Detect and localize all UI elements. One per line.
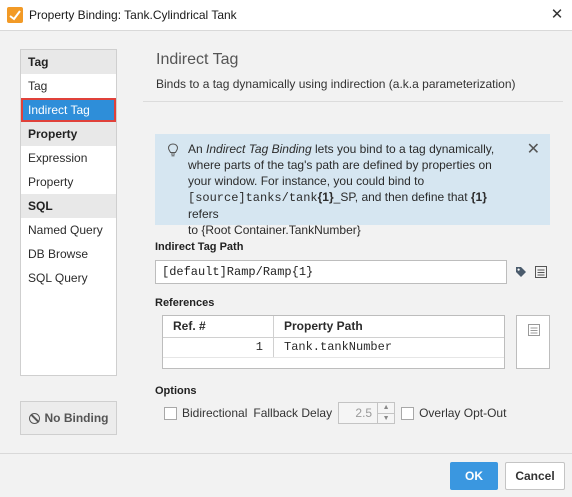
info-line3: your window. For instance, you could bin… bbox=[188, 174, 425, 188]
info-line1-em: Indirect Tag Binding bbox=[206, 142, 312, 156]
column-header-path[interactable]: Property Path bbox=[274, 316, 504, 337]
info-line4-code: [source]tanks/tank bbox=[188, 191, 318, 205]
close-icon[interactable]: ✕ bbox=[548, 6, 566, 24]
list-icon[interactable] bbox=[535, 266, 547, 278]
cancel-button[interactable]: Cancel bbox=[505, 462, 565, 490]
options-label: Options bbox=[155, 385, 197, 397]
overlay-opt-out-checkbox[interactable] bbox=[401, 406, 415, 420]
indirect-tag-path-input[interactable]: [default]Ramp/Ramp{1} bbox=[155, 260, 507, 284]
no-binding-label: No Binding bbox=[44, 411, 109, 425]
spin-up-icon[interactable]: ▲ bbox=[378, 403, 395, 414]
info-line4-bold2: {1} bbox=[470, 190, 487, 204]
no-binding-button[interactable]: No Binding bbox=[20, 401, 117, 435]
sidebar-item-property[interactable]: Property bbox=[21, 170, 116, 194]
references-label: References bbox=[155, 297, 215, 309]
sidebar-header-property: Property bbox=[21, 122, 116, 146]
info-box: An Indirect Tag Binding lets you bind to… bbox=[155, 134, 550, 237]
property-path-cell[interactable]: Tank.tankNumber bbox=[274, 338, 504, 357]
title-bar: Property Binding: Tank.Cylindrical Tank … bbox=[0, 0, 572, 30]
binding-config-panel: Indirect Tag Binds to a tag dynamically … bbox=[143, 31, 563, 454]
dialog-footer: OK Cancel bbox=[0, 453, 572, 497]
info-line1-a: An bbox=[188, 142, 207, 156]
no-binding-icon bbox=[28, 412, 40, 424]
divider bbox=[143, 101, 563, 102]
sidebar-item-tag[interactable]: Tag bbox=[21, 74, 116, 98]
sidebar-item-expression[interactable]: Expression bbox=[21, 146, 116, 170]
options-row: Bidirectional Fallback Delay 2.5 ▲ ▼ Ove… bbox=[164, 402, 506, 424]
ok-button[interactable]: OK bbox=[450, 462, 498, 490]
app-icon bbox=[7, 7, 23, 23]
sidebar-header-sql: SQL bbox=[21, 194, 116, 218]
fallback-delay-spinner[interactable]: 2.5 ▲ ▼ bbox=[338, 402, 396, 424]
ref-number-cell[interactable]: 1 bbox=[163, 338, 274, 357]
info-text: An Indirect Tag Binding lets you bind to… bbox=[188, 141, 518, 238]
path-label: Indirect Tag Path bbox=[155, 241, 244, 253]
page-subtitle: Binds to a tag dynamically using indirec… bbox=[156, 77, 516, 91]
fallback-delay-label: Fallback Delay bbox=[253, 406, 333, 420]
tag-icon[interactable] bbox=[515, 266, 527, 278]
info-line4-end: refers bbox=[188, 207, 219, 221]
fallback-delay-value[interactable]: 2.5 bbox=[339, 403, 377, 423]
close-icon[interactable]: ✕ bbox=[527, 139, 540, 159]
list-icon[interactable] bbox=[528, 324, 540, 336]
page-title: Indirect Tag bbox=[156, 51, 239, 68]
sidebar-item-named-query[interactable]: Named Query bbox=[21, 218, 116, 242]
sidebar-header-tag: Tag bbox=[21, 50, 116, 74]
table-row[interactable]: 1 Tank.tankNumber bbox=[163, 338, 504, 358]
table-header: Ref. # Property Path bbox=[163, 316, 504, 338]
bidirectional-checkbox[interactable] bbox=[164, 406, 177, 420]
info-line1-b: lets you bind to a tag dynamically, bbox=[311, 142, 495, 156]
references-side-panel bbox=[516, 315, 550, 369]
dialog-body: Tag Tag Indirect Tag Property Expression… bbox=[0, 30, 572, 453]
binding-type-list: Tag Tag Indirect Tag Property Expression… bbox=[20, 49, 117, 376]
window-title: Property Binding: Tank.Cylindrical Tank bbox=[29, 8, 237, 22]
info-line4-bold: {1} bbox=[317, 190, 334, 204]
references-table: Ref. # Property Path 1 Tank.tankNumber bbox=[162, 315, 505, 369]
info-line2: where parts of the tag's path are define… bbox=[188, 158, 492, 172]
info-line4-tail: _SP, and then define that bbox=[333, 190, 471, 204]
info-line5: to {Root Container.TankNumber} bbox=[188, 223, 361, 237]
sidebar-item-db-browse[interactable]: DB Browse bbox=[21, 242, 116, 266]
sidebar-item-sql-query[interactable]: SQL Query bbox=[21, 266, 116, 290]
sidebar-item-indirect-tag[interactable]: Indirect Tag bbox=[21, 98, 116, 122]
column-header-ref[interactable]: Ref. # bbox=[163, 316, 274, 337]
spin-down-icon[interactable]: ▼ bbox=[378, 414, 394, 424]
bidirectional-label: Bidirectional bbox=[182, 406, 248, 420]
overlay-opt-out-label: Overlay Opt-Out bbox=[419, 406, 507, 420]
bulb-icon bbox=[167, 143, 179, 157]
